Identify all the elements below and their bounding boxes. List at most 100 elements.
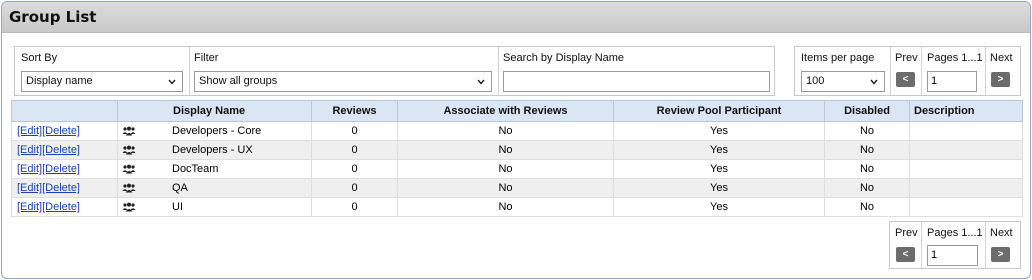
associate-cell: No xyxy=(397,197,614,217)
group-name-cell: QA xyxy=(117,178,312,198)
edit-link[interactable]: [Edit] xyxy=(17,163,42,175)
groups-table: Display Name Reviews Associate with Revi… xyxy=(11,100,1023,217)
group-name: Developers - Core xyxy=(172,125,262,137)
group-icon xyxy=(122,164,136,174)
search-label: Search by Display Name xyxy=(503,52,625,64)
review-pool-cell: Yes xyxy=(613,140,825,160)
filter-select[interactable]: Show all groups xyxy=(194,71,492,92)
next-label: Next xyxy=(990,52,1013,64)
disabled-cell: No xyxy=(824,197,910,217)
divider xyxy=(921,47,922,95)
filter-bar: Sort By Display name Filter Show all gro… xyxy=(14,46,775,96)
pager-top: Items per page 100 Prev < Pages 1...1 1 … xyxy=(794,46,1021,96)
column-header-description[interactable]: Description xyxy=(909,100,1023,122)
group-icon xyxy=(122,145,136,155)
column-header-review-pool[interactable]: Review Pool Participant xyxy=(613,100,825,122)
divider xyxy=(890,47,891,95)
items-per-page-label: Items per page xyxy=(801,52,875,64)
page-title: Group List xyxy=(2,2,1030,33)
sort-label: Sort By xyxy=(21,52,58,64)
column-header-reviews[interactable]: Reviews xyxy=(311,100,398,122)
column-header xyxy=(11,100,118,122)
sort-select[interactable]: Display name xyxy=(21,71,183,92)
table-row: [Edit][Delete] Developers - UX 0 No Yes No xyxy=(11,140,1023,160)
delete-link[interactable]: [Delete] xyxy=(42,163,80,175)
group-name: QA xyxy=(172,182,188,194)
group-name: UI xyxy=(172,201,183,213)
divider xyxy=(985,222,986,268)
review-pool-cell: Yes xyxy=(613,121,825,141)
chevron-down-icon xyxy=(168,79,176,85)
reviews-cell: 0 xyxy=(311,197,398,217)
description-cell xyxy=(909,121,1023,141)
column-header-display-name[interactable]: Display Name xyxy=(117,100,312,122)
reviews-cell: 0 xyxy=(311,140,398,160)
page-number-input[interactable]: 1 xyxy=(927,245,978,266)
group-name-cell: Developers - UX xyxy=(117,140,312,160)
delete-link[interactable]: [Delete] xyxy=(42,144,80,156)
filter-label: Filter xyxy=(194,52,219,64)
prev-page-button[interactable]: < xyxy=(896,72,915,87)
column-header-disabled[interactable]: Disabled xyxy=(824,100,910,122)
column-header-associate[interactable]: Associate with Reviews xyxy=(397,100,614,122)
description-cell xyxy=(909,140,1023,160)
filter-select-value: Show all groups xyxy=(199,75,278,87)
prev-page-button[interactable]: < xyxy=(896,247,915,262)
review-pool-cell: Yes xyxy=(613,178,825,198)
disabled-cell: No xyxy=(824,178,910,198)
next-page-button[interactable]: > xyxy=(991,72,1010,87)
edit-link[interactable]: [Edit] xyxy=(17,125,42,137)
row-actions: [Edit][Delete] xyxy=(11,159,118,179)
group-name-cell: Developers - Core xyxy=(117,121,312,141)
next-label: Next xyxy=(990,227,1013,239)
delete-link[interactable]: [Delete] xyxy=(42,182,80,194)
row-actions: [Edit][Delete] xyxy=(11,178,118,198)
chevron-down-icon xyxy=(870,79,878,85)
row-actions: [Edit][Delete] xyxy=(11,140,118,160)
divider xyxy=(189,47,190,95)
group-name: Developers - UX xyxy=(172,144,253,156)
row-actions: [Edit][Delete] xyxy=(11,121,118,141)
description-cell xyxy=(909,159,1023,179)
group-name-cell: UI xyxy=(117,197,312,217)
page-number-input[interactable]: 1 xyxy=(927,71,977,92)
edit-link[interactable]: [Edit] xyxy=(17,201,42,213)
disabled-cell: No xyxy=(824,159,910,179)
group-icon xyxy=(122,202,136,212)
group-name-cell: DocTeam xyxy=(117,159,312,179)
chevron-down-icon xyxy=(477,79,485,85)
divider xyxy=(498,47,499,95)
items-per-page-select[interactable]: 100 xyxy=(801,71,885,92)
reviews-cell: 0 xyxy=(311,159,398,179)
divider xyxy=(921,222,922,268)
group-list-panel: Group List Sort By Display name Filter S… xyxy=(1,1,1031,279)
review-pool-cell: Yes xyxy=(613,197,825,217)
pages-label: Pages 1...1 xyxy=(927,227,983,239)
prev-label: Prev xyxy=(895,52,918,64)
review-pool-cell: Yes xyxy=(613,159,825,179)
edit-link[interactable]: [Edit] xyxy=(17,182,42,194)
delete-link[interactable]: [Delete] xyxy=(42,201,80,213)
associate-cell: No xyxy=(397,140,614,160)
table-row: [Edit][Delete] QA 0 No Yes No xyxy=(11,178,1023,198)
group-icon xyxy=(122,126,136,136)
next-page-button[interactable]: > xyxy=(991,247,1010,262)
items-per-page-value: 100 xyxy=(806,75,825,87)
description-cell xyxy=(909,197,1023,217)
group-icon xyxy=(122,183,136,193)
search-input[interactable] xyxy=(503,71,770,92)
reviews-cell: 0 xyxy=(311,178,398,198)
table-header-row: Display Name Reviews Associate with Revi… xyxy=(11,100,1023,122)
associate-cell: No xyxy=(397,121,614,141)
reviews-cell: 0 xyxy=(311,121,398,141)
table-row: [Edit][Delete] DocTeam 0 No Yes No xyxy=(11,159,1023,179)
disabled-cell: No xyxy=(824,121,910,141)
group-name: DocTeam xyxy=(172,163,219,175)
pager-bottom: Prev < Pages 1...1 1 Next > xyxy=(889,221,1021,269)
associate-cell: No xyxy=(397,178,614,198)
edit-link[interactable]: [Edit] xyxy=(17,144,42,156)
delete-link[interactable]: [Delete] xyxy=(42,125,80,137)
pages-label: Pages 1...1 xyxy=(927,52,983,64)
disabled-cell: No xyxy=(824,140,910,160)
sort-select-value: Display name xyxy=(26,75,93,87)
